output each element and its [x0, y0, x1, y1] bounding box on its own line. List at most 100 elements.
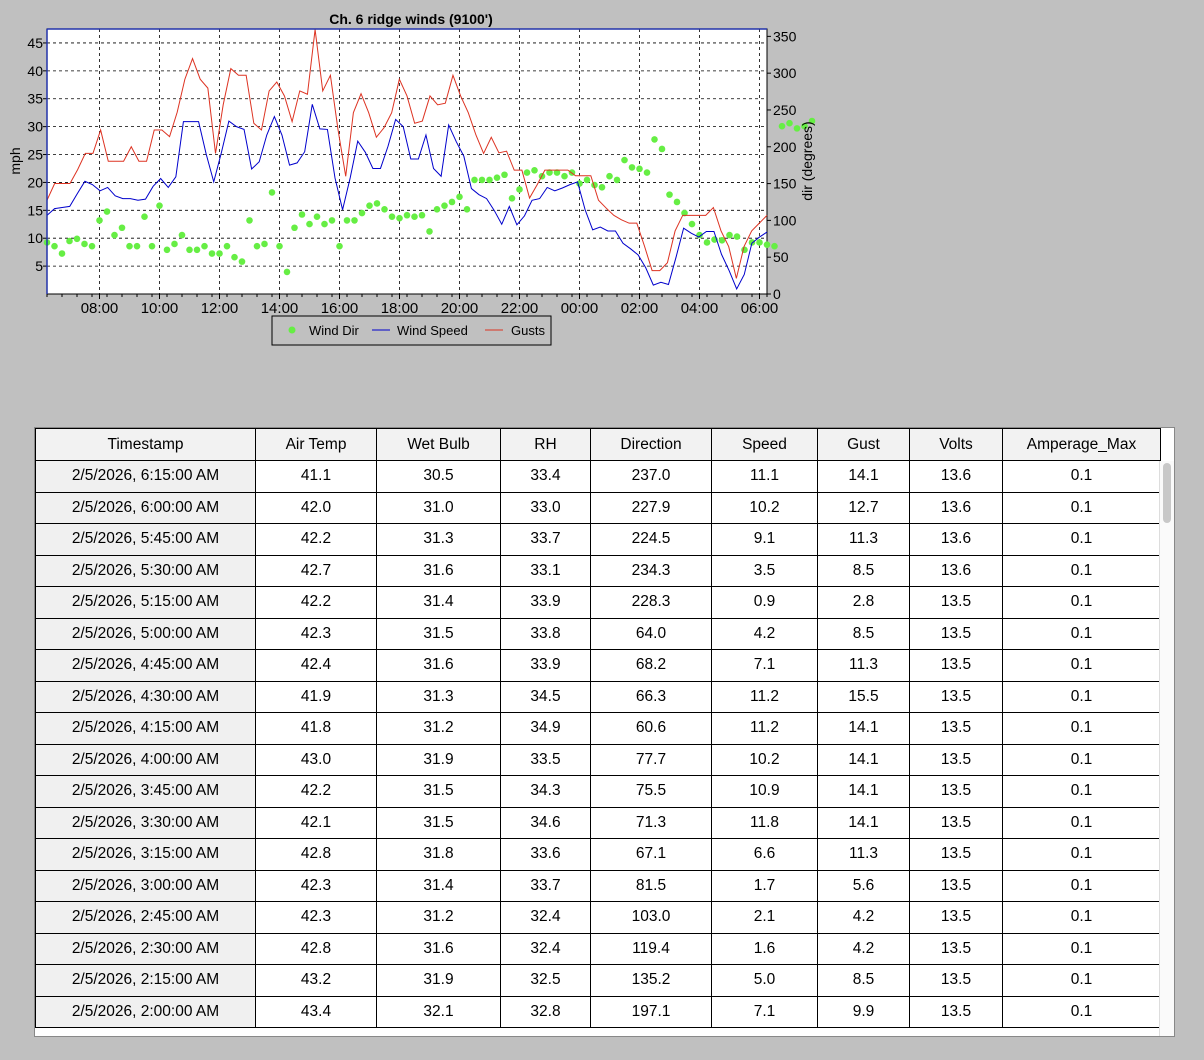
table-cell-air-temp: 42.4 [255, 649, 377, 682]
table-cell-rh: 33.1 [500, 554, 591, 587]
table-cell-air-temp: 42.0 [255, 491, 377, 524]
y-right-tick-label: 200 [773, 139, 797, 155]
table-cell-timestamp: 2/5/2026, 3:30:00 AM [35, 806, 256, 839]
table-cell-wet-bulb: 31.5 [376, 617, 501, 650]
table-row: 2/5/2026, 2:45:00 AM 42.3 31.2 32.4 103.0 2.1… [35, 901, 1161, 934]
wind-dir-point [388, 213, 396, 221]
table-cell-amperage-max: 0.1 [1002, 995, 1161, 1028]
y-left-tick-label: 30 [27, 119, 43, 135]
column-header-wet-bulb[interactable]: Wet Bulb [376, 428, 501, 461]
table-cell-wet-bulb: 31.6 [376, 554, 501, 587]
table-cell-volts: 13.5 [909, 838, 1003, 871]
wind-dir-point [96, 217, 103, 224]
table-scrollbar[interactable] [1159, 461, 1174, 1036]
wind-dir-point [351, 217, 358, 224]
table-row: 2/5/2026, 2:15:00 AM 43.2 31.9 32.5 135.2 5.0… [35, 964, 1161, 997]
table-cell-wet-bulb: 31.9 [376, 964, 501, 997]
y-left-tick-label: 40 [27, 63, 43, 79]
wind-dir-point [381, 206, 388, 213]
column-header-air-temp[interactable]: Air Temp [255, 428, 377, 461]
table-cell-timestamp: 2/5/2026, 2:45:00 AM [35, 901, 256, 934]
column-header-volts[interactable]: Volts [909, 428, 1003, 461]
wind-dir-point [358, 209, 366, 217]
table-cell-wet-bulb: 31.5 [376, 806, 501, 839]
table-cell-air-temp: 42.7 [255, 554, 377, 587]
x-tick-label: 18:00 [381, 300, 419, 317]
column-header-timestamp[interactable]: Timestamp [35, 428, 256, 461]
table-cell-rh: 34.5 [500, 680, 591, 713]
wind-dir-point [298, 211, 306, 218]
table-cell-air-temp: 43.2 [255, 964, 377, 997]
table-cell-rh: 32.4 [500, 901, 591, 934]
table-cell-amperage-max: 0.1 [1002, 932, 1161, 965]
plot-area [46, 28, 768, 295]
table-cell-air-temp: 43.4 [255, 995, 377, 1028]
column-header-gust[interactable]: Gust [817, 428, 910, 461]
table-cell-wet-bulb: 31.2 [376, 901, 501, 934]
column-header-amperage-max[interactable]: Amperage_Max [1002, 428, 1161, 461]
table-cell-air-temp: 42.8 [255, 838, 377, 871]
table-cell-rh: 32.4 [500, 932, 591, 965]
y-right-tick-label: 350 [773, 28, 797, 44]
wind-dir-point [531, 167, 538, 174]
wind-dir-point [613, 176, 621, 184]
table-cell-direction: 227.9 [590, 491, 712, 524]
legend-wind-speed-label: Wind Speed [397, 323, 468, 338]
y-left-tick-label: 20 [27, 174, 43, 190]
table-cell-direction: 81.5 [590, 869, 712, 902]
wind-dir-point [253, 242, 261, 250]
table-cell-direction: 119.4 [590, 932, 712, 965]
wind-dir-point [126, 242, 133, 250]
table-cell-direction: 66.3 [590, 680, 712, 713]
table-cell-direction: 67.1 [590, 838, 712, 871]
table-cell-timestamp: 2/5/2026, 2:00:00 AM [35, 995, 256, 1028]
table-cell-air-temp: 42.3 [255, 869, 377, 902]
table-cell-amperage-max: 0.1 [1002, 806, 1161, 839]
table-cell-air-temp: 43.0 [255, 743, 377, 776]
data-table-panel[interactable]: Timestamp Air Temp Wet Bulb RH Direction Spee… [34, 427, 1175, 1037]
y-right-tick-label: 300 [773, 65, 797, 81]
table-cell-volts: 13.5 [909, 712, 1003, 745]
table-cell-air-temp: 42.8 [255, 932, 377, 965]
table-cell-rh: 33.7 [500, 869, 591, 902]
wind-dir-point [133, 242, 141, 250]
x-axis: 08:00 10:00 12:00 14:00 16:00 18:00 20:00 22:00… [46, 294, 778, 317]
table-cell-timestamp: 2/5/2026, 3:45:00 AM [35, 775, 256, 808]
wind-dir-point [501, 171, 508, 179]
y-left-tick-label: 45 [27, 35, 43, 51]
table-cell-amperage-max: 0.1 [1002, 491, 1161, 524]
x-tick-label: 12:00 [201, 300, 239, 317]
x-tick-label: 14:00 [261, 300, 299, 317]
column-header-speed[interactable]: Speed [711, 428, 818, 461]
wind-dir-point [193, 246, 201, 254]
column-header-direction[interactable]: Direction [590, 428, 712, 461]
table-cell-wet-bulb: 31.8 [376, 838, 501, 871]
table-cell-volts: 13.5 [909, 586, 1003, 619]
table-cell-wet-bulb: 31.6 [376, 649, 501, 682]
table-row: 2/5/2026, 6:15:00 AM 41.1 30.5 33.4 237.0 11.… [35, 460, 1161, 493]
table-cell-direction: 68.2 [590, 649, 712, 682]
table-cell-air-temp: 42.1 [255, 806, 377, 839]
table-cell-wet-bulb: 31.4 [376, 586, 501, 619]
table-cell-volts: 13.5 [909, 649, 1003, 682]
scrollbar-thumb[interactable] [1163, 463, 1171, 523]
wind-dir-point [373, 200, 381, 207]
wind-dir-point [606, 172, 613, 180]
table-cell-wet-bulb: 31.0 [376, 491, 501, 524]
table-cell-volts: 13.6 [909, 491, 1003, 524]
table-cell-wet-bulb: 31.6 [376, 932, 501, 965]
table-cell-direction: 60.6 [590, 712, 712, 745]
table-cell-amperage-max: 0.1 [1002, 523, 1161, 556]
table-cell-gust: 11.3 [817, 838, 910, 871]
y-right-tick-label: 50 [773, 249, 789, 265]
table-cell-air-temp: 42.3 [255, 901, 377, 934]
table-cell-rh: 33.4 [500, 460, 591, 493]
wind-dir-point [208, 250, 216, 257]
x-tick-label: 16:00 [321, 300, 359, 317]
table-cell-amperage-max: 0.1 [1002, 680, 1161, 713]
wind-dir-point [433, 206, 441, 213]
table-cell-gust: 14.1 [817, 743, 910, 776]
wind-dir-point [178, 231, 186, 239]
x-tick-label: 04:00 [681, 300, 719, 317]
column-header-rh[interactable]: RH [500, 428, 591, 461]
